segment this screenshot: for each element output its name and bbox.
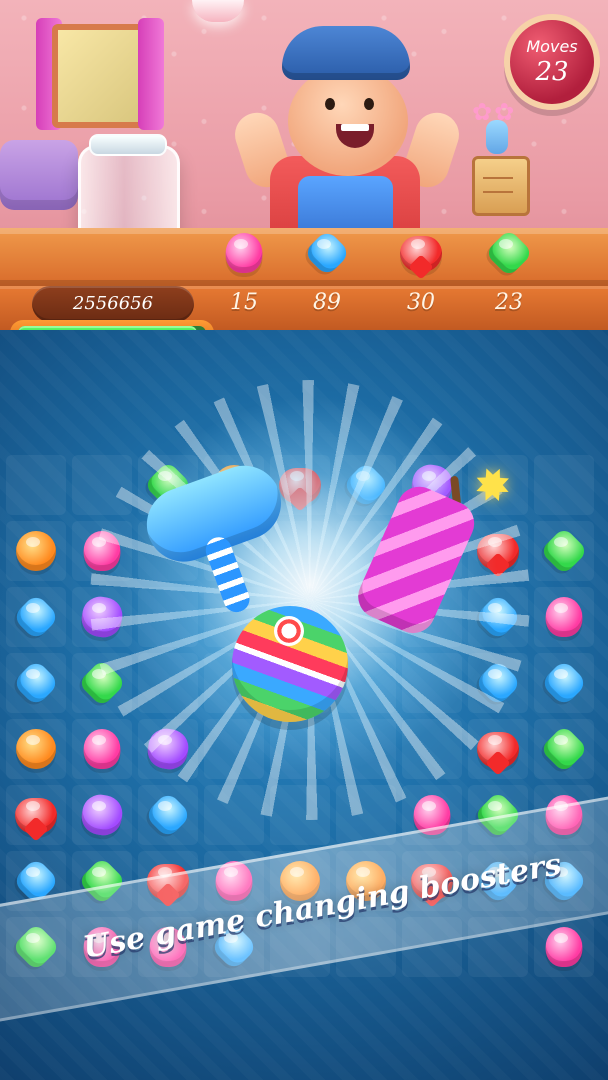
candy-shine [92,867,106,877]
candy-shine [26,669,40,679]
green-diamond-candy-icon [483,227,535,279]
green-candy-icon[interactable] [538,525,590,577]
candy-shine [26,537,40,547]
candy-shine [554,735,568,745]
board-tile[interactable] [534,455,594,515]
candy-shape [11,592,61,642]
candy-shine [92,735,106,745]
candy-shape [11,658,61,708]
candy-shape [539,658,589,708]
rainbow-ball-booster-icon[interactable] [232,606,348,722]
character-boy [229,26,465,256]
character-eye-right [364,98,374,110]
candy-shine [488,735,502,745]
character-cap [282,26,410,80]
candy-shine [422,801,436,811]
orange-candy-icon[interactable] [10,525,62,577]
blue-candy-icon[interactable] [10,591,62,643]
blue-candy-icon[interactable] [10,657,62,709]
goal-count-pink: 15 [230,290,258,315]
candy-shine [554,537,568,547]
green-candy-icon[interactable] [538,723,590,775]
orange-candy-icon[interactable] [10,723,62,775]
candy-shape [539,724,589,774]
candy-shine [158,801,172,811]
candy-shine [488,801,502,811]
goal-blue-square: 89 [298,224,356,315]
candy-shape [539,526,589,576]
candy-shine [554,669,568,679]
candy-shape [143,790,193,840]
pink-drop-candy-icon [218,227,270,279]
game-scene-header: ✿✿ Moves 23 15 89 30 23 2556656 [0,0,608,330]
blue-candy-icon[interactable] [538,657,590,709]
pink-candy-icon[interactable] [76,723,128,775]
board-tile[interactable] [6,455,66,515]
goal-count-blue: 89 [313,290,341,315]
candy-shine [554,933,568,943]
hammer-handle [202,533,254,616]
candy-shine [26,801,40,811]
goal-count-green: 23 [495,290,523,315]
pink-candy-icon[interactable] [538,591,590,643]
candy-shine [26,867,40,877]
goal-red-heart: 30 [392,224,450,315]
red-heart-candy-icon [395,227,447,279]
purple-candy-icon[interactable] [76,789,128,841]
blue-candy-icon[interactable] [142,789,194,841]
pink-sofa [0,140,78,210]
candy-shine [26,603,40,613]
curtain-right [138,18,164,130]
goal-count-red: 30 [407,290,435,315]
moves-value: 23 [535,57,569,87]
red-candy-icon[interactable] [10,789,62,841]
vase [486,120,508,154]
score-panel: 2556656 [32,286,194,322]
score-value: 2556656 [72,293,154,314]
pink-candy-icon[interactable] [538,921,590,973]
moves-counter: Moves 23 [504,14,600,110]
candy-shine [26,735,40,745]
moves-label: Moves [526,37,578,56]
goal-green-diamond: 23 [480,224,538,315]
character-face [288,66,408,176]
small-drawer [472,156,530,216]
candy-shape [78,791,126,839]
character-eye-left [325,98,335,110]
candy-shine [554,603,568,613]
candy-shine [92,801,106,811]
blue-square-candy-icon [301,227,353,279]
goal-pink-drop: 15 [215,224,273,315]
